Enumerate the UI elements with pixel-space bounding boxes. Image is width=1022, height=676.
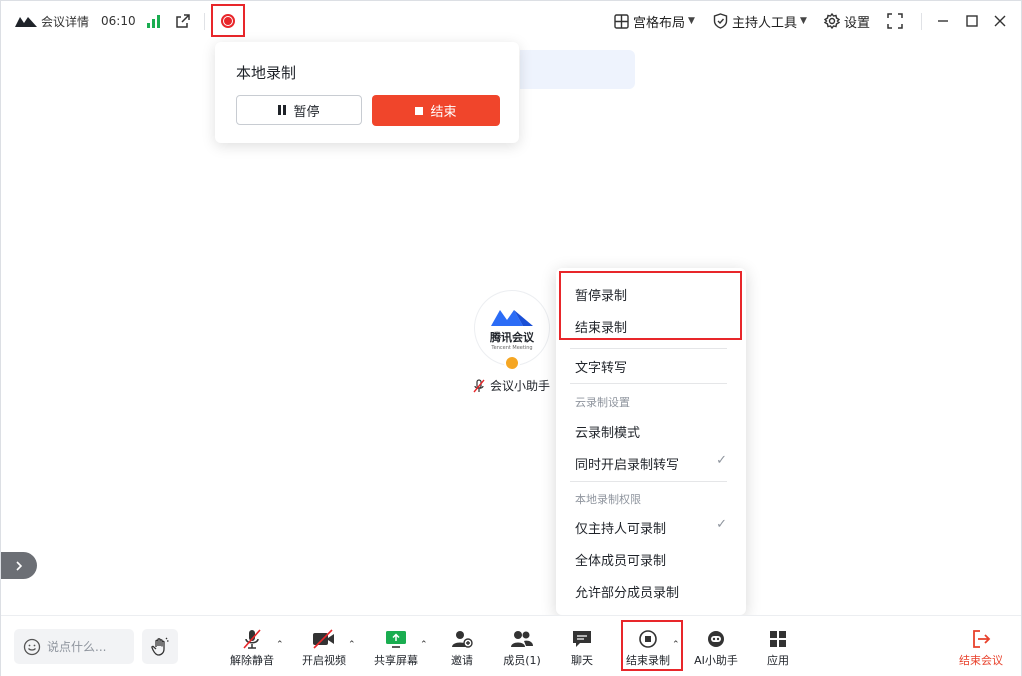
highlight-box [559, 271, 742, 340]
menu-item-some-members[interactable]: 允许部分成员录制 [575, 582, 679, 601]
meeting-window: 会议详情 06:10 宫格布局 ▼ 主持人工具 ▼ 设置 本地录制 暂停 结束 … [0, 0, 1022, 676]
chevron-up-icon[interactable]: ⌃ [420, 640, 428, 650]
tencent-meeting-logo-icon [15, 1, 39, 41]
meeting-detail-link[interactable]: 会议详情 [41, 1, 89, 41]
chevron-up-icon[interactable]: ⌃ [348, 640, 356, 650]
check-icon: ✓ [716, 453, 727, 468]
exit-icon [971, 628, 991, 650]
chevron-up-icon[interactable]: ⌃ [276, 640, 284, 650]
sidebar-toggle-button[interactable] [1, 552, 37, 579]
members-button[interactable]: 成员(1) [494, 628, 550, 672]
popover-title: 本地录制 [236, 64, 297, 82]
mic-muted-icon [241, 628, 263, 650]
video-off-icon [312, 628, 336, 650]
chevron-down-icon: ▼ [800, 16, 807, 26]
menu-item-host-only[interactable]: 仅主持人可录制 [575, 518, 666, 537]
ai-assistant-label: AI小助手 [694, 654, 738, 667]
raise-hand-icon [151, 637, 169, 656]
local-recording-popover: 本地录制 暂停 结束 [215, 42, 519, 143]
grid-layout-label: 宫格布局 [633, 15, 686, 31]
notice-bar [520, 50, 635, 89]
members-label: 成员(1) [503, 654, 541, 667]
pause-recording-button[interactable]: 暂停 [236, 95, 362, 125]
add-user-icon [451, 628, 473, 650]
start-video-label: 开启视频 [302, 654, 346, 667]
grid-layout-button[interactable]: 宫格布局 ▼ [614, 1, 695, 41]
share-screen-label: 共享屏幕 [374, 654, 418, 667]
bottom-toolbar: 说点什么... 解除静音 ⌃ 开启视频 ⌃ 共享屏幕 ⌃ 邀请 成员(1) 聊天… [1, 615, 1021, 676]
unmute-button[interactable]: 解除静音 [224, 628, 280, 672]
signal-strength-icon[interactable] [147, 1, 161, 41]
pause-label: 暂停 [293, 104, 320, 120]
participant-name: 会议小助手 [472, 377, 550, 394]
host-tools-button[interactable]: 主持人工具 ▼ [713, 1, 807, 41]
maximize-icon[interactable] [966, 1, 978, 41]
share-screen-button[interactable]: 共享屏幕 [368, 628, 424, 672]
chat-icon [571, 628, 593, 650]
end-meeting-label: 结束会议 [959, 654, 1003, 667]
apps-button[interactable]: 应用 [750, 628, 806, 672]
gear-icon [824, 13, 840, 29]
stop-icon [415, 106, 424, 115]
members-icon [510, 628, 534, 650]
start-video-button[interactable]: 开启视频 [296, 628, 352, 672]
menu-item-cloud-transcribe[interactable]: 同时开启录制转写 [575, 454, 679, 473]
grid-icon [614, 13, 629, 29]
chat-button[interactable]: 聊天 [554, 628, 610, 672]
pause-icon [278, 105, 287, 115]
local-recording-header: 本地录制权限 [575, 493, 641, 506]
brand-name: 腾讯会议 [490, 330, 534, 344]
chevron-down-icon: ▼ [688, 16, 695, 26]
unmute-label: 解除静音 [230, 654, 274, 667]
external-link-icon[interactable] [175, 1, 191, 41]
tencent-meeting-logo-icon [491, 309, 533, 326]
divider [204, 13, 205, 30]
avatar[interactable]: 腾讯会议 Tencent Meeting [475, 291, 549, 365]
ai-assistant-button[interactable]: AI小助手 [688, 628, 744, 672]
apps-label: 应用 [767, 654, 789, 667]
host-tools-label: 主持人工具 [732, 15, 798, 31]
recording-indicator-button[interactable] [211, 4, 245, 37]
smile-icon [23, 638, 41, 655]
host-badge-icon [504, 355, 520, 371]
invite-button[interactable]: 邀请 [434, 628, 490, 672]
chevron-right-icon [16, 560, 23, 571]
cloud-recording-header: 云录制设置 [575, 396, 630, 409]
record-icon [221, 13, 235, 28]
menu-item-all-members[interactable]: 全体成员可录制 [575, 550, 666, 569]
chat-input-placeholder: 说点什么... [47, 640, 107, 654]
highlight-box [621, 620, 683, 671]
menu-item-cloud-mode[interactable]: 云录制模式 [575, 422, 640, 441]
menu-item-transcription[interactable]: 文字转写 [575, 357, 627, 376]
invite-label: 邀请 [451, 654, 473, 667]
meeting-timer: 06:10 [101, 14, 136, 28]
settings-label: 设置 [844, 15, 871, 31]
mic-muted-icon [473, 378, 485, 392]
raise-hand-button[interactable] [142, 629, 178, 664]
end-meeting-button[interactable]: 结束会议 [953, 628, 1009, 668]
divider [570, 383, 727, 384]
shield-icon [713, 13, 728, 29]
participant-name-label: 会议小助手 [490, 379, 551, 393]
check-icon: ✓ [716, 517, 727, 532]
end-label: 结束 [430, 105, 457, 120]
divider [570, 481, 727, 482]
minimize-icon[interactable] [937, 1, 949, 41]
close-icon[interactable] [994, 1, 1006, 41]
fullscreen-icon[interactable] [887, 1, 903, 41]
end-recording-button[interactable]: 结束 [372, 95, 500, 126]
share-screen-icon [385, 628, 407, 650]
chat-input[interactable]: 说点什么... [14, 629, 134, 664]
ai-assistant-icon [705, 628, 727, 650]
divider [570, 348, 727, 349]
brand-name-en: Tencent Meeting [491, 344, 533, 351]
apps-icon [768, 628, 788, 650]
chat-label: 聊天 [571, 654, 593, 667]
divider [921, 13, 922, 30]
top-bar: 会议详情 06:10 宫格布局 ▼ 主持人工具 ▼ 设置 [1, 1, 1021, 41]
settings-button[interactable]: 设置 [824, 1, 870, 41]
